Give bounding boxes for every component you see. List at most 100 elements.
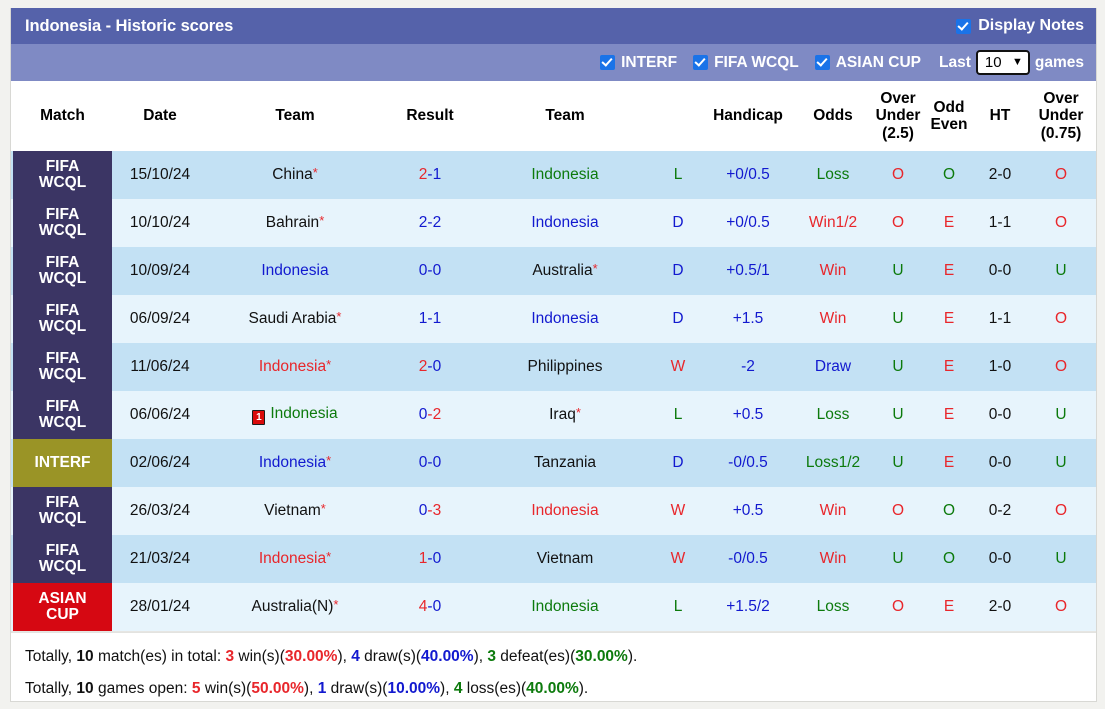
table-row[interactable]: INTERF 02/06/24 Indonesia* 0-0 Tanzania D -0/0… bbox=[11, 439, 1096, 488]
result-outcome: D bbox=[654, 247, 702, 296]
table-row[interactable]: FIFA WCQL 10/09/24 Indonesia 0-0 Australia* D +… bbox=[11, 247, 1096, 296]
match-competition-cell[interactable]: FIFA WCQL bbox=[11, 295, 114, 344]
home-team-cell[interactable]: China* bbox=[206, 151, 384, 200]
match-date: 10/10/24 bbox=[114, 199, 206, 248]
odds-result: Loss bbox=[794, 583, 872, 632]
column-header-ht[interactable]: HT bbox=[974, 81, 1026, 152]
away-team-cell[interactable]: Indonesia bbox=[476, 583, 654, 632]
over-under-075: U bbox=[1026, 391, 1096, 440]
away-team-cell[interactable]: Australia* bbox=[476, 247, 654, 296]
table-row[interactable]: ASIAN CUP 28/01/24 Australia(N)* 4-0 Indonesi… bbox=[11, 583, 1096, 632]
table-row[interactable]: FIFA WCQL 26/03/24 Vietnam* 0-3 Indonesia W +0.… bbox=[11, 487, 1096, 536]
away-team-cell[interactable]: Indonesia bbox=[476, 295, 654, 344]
summary-fragment: Totally, bbox=[25, 648, 77, 666]
competition-badge-line: FIFA bbox=[45, 253, 80, 271]
display-notes-checkbox[interactable] bbox=[956, 18, 972, 34]
home-team-cell[interactable]: Saudi Arabia* bbox=[206, 295, 384, 344]
over-under-075-value: O bbox=[1054, 310, 1068, 328]
table-row[interactable]: FIFA WCQL 06/06/24 1 Indonesia 0-2 Iraq* L +0.5 L… bbox=[11, 391, 1096, 440]
match-competition-cell[interactable]: FIFA WCQL bbox=[11, 487, 114, 536]
away-team-cell[interactable]: Indonesia bbox=[476, 487, 654, 536]
away-team-cell[interactable]: Indonesia bbox=[476, 151, 654, 200]
filter-interf[interactable]: INTERF bbox=[600, 54, 677, 72]
team-name: Indonesia bbox=[531, 598, 599, 616]
away-team-cell[interactable]: Vietnam bbox=[476, 535, 654, 584]
team-name: China bbox=[272, 166, 313, 184]
column-header-result[interactable]: Result bbox=[384, 81, 476, 152]
home-team-cell[interactable]: Indonesia* bbox=[206, 439, 384, 488]
summary-fragment: ). bbox=[578, 679, 589, 697]
table-row[interactable]: FIFA WCQL 11/06/24 Indonesia* 2-0 Philippines… bbox=[11, 343, 1096, 392]
summary-fragment: defeat(es)( bbox=[496, 648, 576, 666]
table-row[interactable]: FIFA WCQL 15/10/24 China* 2-1 Indonesia L +0/0.… bbox=[11, 151, 1096, 200]
team-name: Indonesia bbox=[258, 358, 327, 376]
odd-even-value: E bbox=[943, 358, 955, 376]
home-team-cell[interactable]: Bahrain* bbox=[206, 199, 384, 248]
summary-fragment: ), bbox=[473, 648, 488, 666]
match-competition-cell[interactable]: INTERF bbox=[11, 439, 114, 488]
match-score: 0-2 bbox=[384, 391, 476, 440]
home-team-cell[interactable]: Indonesia* bbox=[206, 343, 384, 392]
home-team-cell[interactable]: Indonesia* bbox=[206, 535, 384, 584]
halftime-score: 0-2 bbox=[974, 487, 1026, 536]
odds-result-value: Win1/2 bbox=[808, 214, 858, 232]
ou25-line1: Over bbox=[880, 90, 916, 107]
table-row[interactable]: FIFA WCQL 10/10/24 Bahrain* 2-2 Indonesia D +0/… bbox=[11, 199, 1096, 248]
handicap-value-value: +1.5 bbox=[732, 310, 764, 328]
oddeven-line2: Even bbox=[930, 116, 968, 134]
away-team-cell[interactable]: Tanzania bbox=[476, 439, 654, 488]
filter-asian-cup[interactable]: ASIAN CUP bbox=[814, 54, 921, 72]
odd-even-value: E bbox=[943, 214, 955, 232]
odds-result-value: Loss bbox=[816, 406, 850, 424]
column-header-odd-even[interactable]: Odd Even bbox=[924, 81, 974, 152]
table-row[interactable]: FIFA WCQL 21/03/24 Indonesia* 1-0 Vietnam W -0/… bbox=[11, 535, 1096, 584]
filter-bar: INTERF FIFA WCQL ASIAN CUP Last 10 ▼ gam… bbox=[11, 44, 1096, 81]
over-under-25: O bbox=[872, 151, 924, 200]
result-outcome-value: L bbox=[673, 598, 683, 616]
away-team-cell[interactable]: Iraq* bbox=[476, 391, 654, 440]
match-score: 0-0 bbox=[384, 247, 476, 296]
home-team-cell[interactable]: Australia(N)* bbox=[206, 583, 384, 632]
games-count-select[interactable]: 10 ▼ bbox=[975, 50, 1030, 75]
home-team-cell[interactable]: Vietnam* bbox=[206, 487, 384, 536]
asian-cup-checkbox[interactable] bbox=[814, 55, 830, 70]
match-competition-cell[interactable]: FIFA WCQL bbox=[11, 247, 114, 296]
odd-even-value: E bbox=[943, 262, 955, 280]
interf-checkbox[interactable] bbox=[600, 55, 616, 70]
match-competition-cell[interactable]: FIFA WCQL bbox=[11, 535, 114, 584]
result-outcome: L bbox=[654, 391, 702, 440]
match-competition-cell[interactable]: FIFA WCQL bbox=[11, 199, 114, 248]
away-team-cell[interactable]: Indonesia bbox=[476, 199, 654, 248]
fifa-wcql-checkbox[interactable] bbox=[693, 55, 709, 70]
match-competition-cell[interactable]: FIFA WCQL bbox=[11, 151, 114, 200]
match-competition-cell[interactable]: ASIAN CUP bbox=[11, 583, 114, 632]
odd-even: E bbox=[924, 439, 974, 488]
home-team-cell[interactable]: Indonesia bbox=[206, 247, 384, 296]
over-under-25-value: O bbox=[891, 166, 905, 184]
column-header-team-away[interactable]: Team bbox=[476, 81, 654, 152]
team-name: Indonesia bbox=[531, 310, 599, 328]
filter-fifa-wcql[interactable]: FIFA WCQL bbox=[693, 54, 799, 72]
table-row[interactable]: FIFA WCQL 06/09/24 Saudi Arabia* 1-1 Indonesi… bbox=[11, 295, 1096, 344]
column-header-over-under-25[interactable]: Over Under (2.5) bbox=[872, 81, 924, 152]
home-marker-asterisk: * bbox=[326, 453, 332, 469]
team-name: Indonesia bbox=[531, 214, 599, 232]
column-header-team-home[interactable]: Team bbox=[206, 81, 384, 152]
column-header-date[interactable]: Date bbox=[114, 81, 206, 152]
match-competition-cell[interactable]: FIFA WCQL bbox=[11, 343, 114, 392]
handicap-value: -0/0.5 bbox=[702, 439, 794, 488]
odd-even: E bbox=[924, 391, 974, 440]
over-under-075-value: O bbox=[1054, 358, 1068, 376]
home-team-cell[interactable]: 1 Indonesia bbox=[206, 391, 384, 440]
match-competition-cell[interactable]: FIFA WCQL bbox=[11, 391, 114, 440]
competition-badge-line: FIFA bbox=[45, 397, 80, 415]
column-header-over-under-075[interactable]: Over Under (0.75) bbox=[1026, 81, 1096, 152]
away-team-cell[interactable]: Philippines bbox=[476, 343, 654, 392]
odds-result-value: Loss bbox=[816, 598, 850, 616]
ou25-line3: (2.5) bbox=[882, 124, 914, 142]
column-header-match[interactable]: Match bbox=[11, 81, 114, 152]
column-header-handicap[interactable]: Handicap bbox=[702, 81, 794, 152]
result-outcome-value: L bbox=[673, 406, 683, 424]
column-header-odds[interactable]: Odds bbox=[794, 81, 872, 152]
display-notes-toggle[interactable]: Display Notes bbox=[956, 17, 1084, 35]
